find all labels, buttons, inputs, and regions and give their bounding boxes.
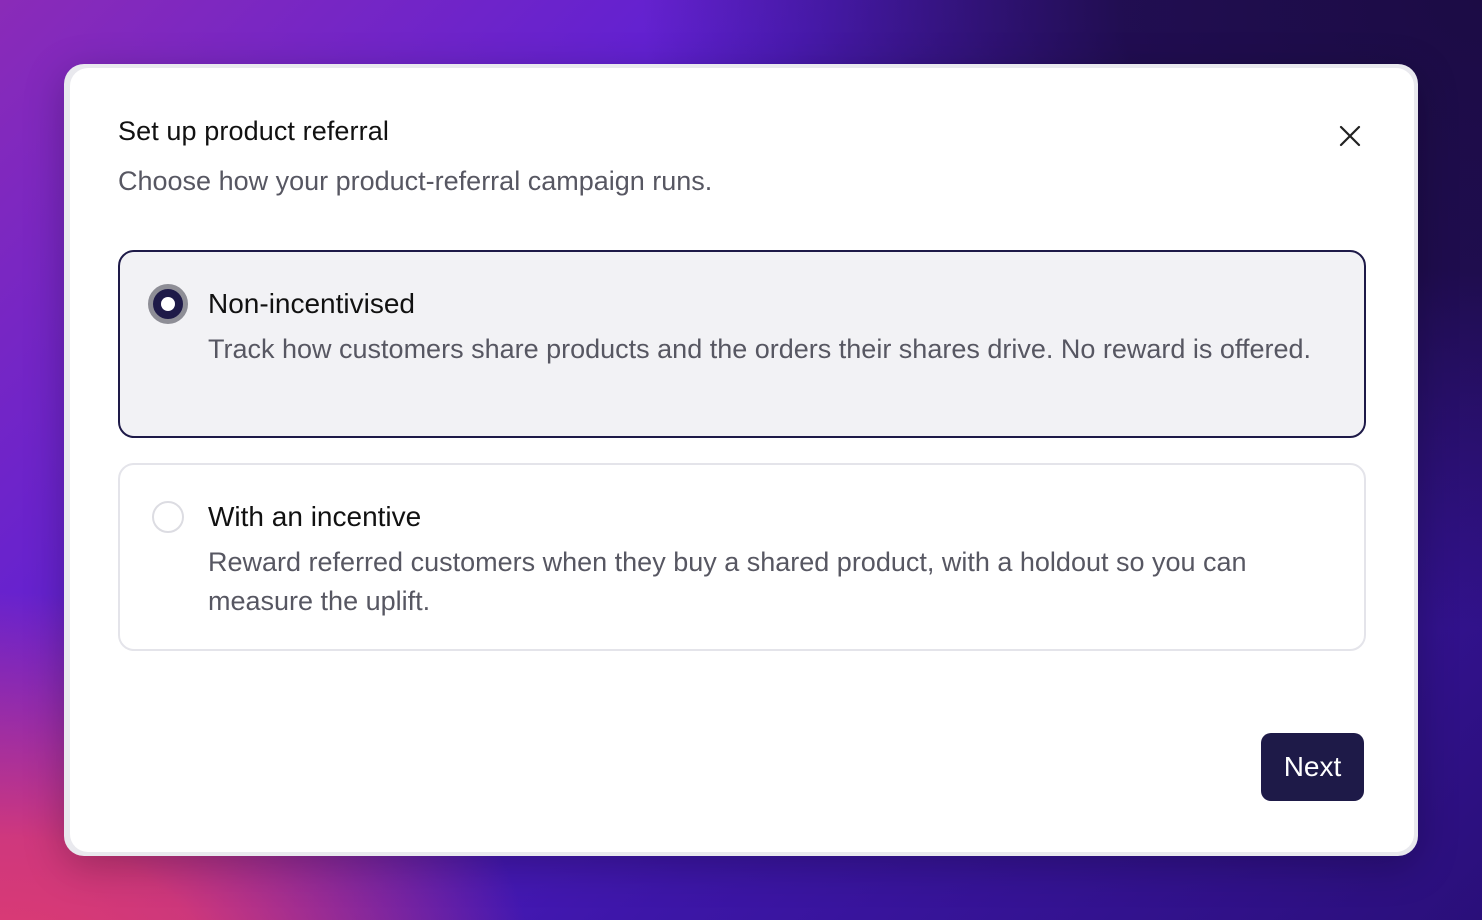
option-title: Non-incentivised [208,288,415,319]
option-non-incentivised[interactable]: Non-incentivised Track how customers sha… [118,250,1366,438]
dialog-title: Set up product referral [118,116,389,146]
option-title: With an incentive [208,501,422,532]
option-with-incentive[interactable]: With an incentive Reward referred custom… [118,463,1366,651]
next-button[interactable]: Next [1261,733,1364,801]
dialog-subtitle: Choose how your product-referral campaig… [118,166,713,196]
dialog-frame: Set up product referral Choose how your … [64,64,1418,856]
radio-non-incentivised[interactable] [148,284,188,324]
close-icon [1339,125,1361,147]
radio-with-incentive[interactable] [152,501,184,533]
option-description: Reward referred customers when they buy … [208,547,1247,616]
option-description: Track how customers share products and t… [208,334,1311,364]
close-button[interactable] [1332,118,1368,154]
product-referral-dialog: Set up product referral Choose how your … [70,68,1414,852]
